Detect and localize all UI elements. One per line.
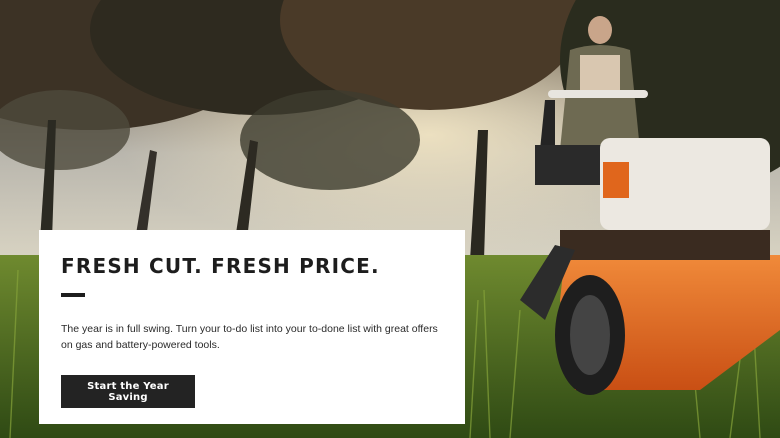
promo-card: FRESH CUT. FRESH PRICE. The year is in f… <box>39 230 465 424</box>
promo-headline: FRESH CUT. FRESH PRICE. <box>61 254 380 278</box>
promo-description: The year is in full swing. Turn your to-… <box>61 323 438 351</box>
hero-banner: FRESH CUT. FRESH PRICE. The year is in f… <box>0 0 780 438</box>
headline-divider <box>61 293 85 297</box>
start-saving-button[interactable]: Start the Year Saving <box>61 375 195 408</box>
